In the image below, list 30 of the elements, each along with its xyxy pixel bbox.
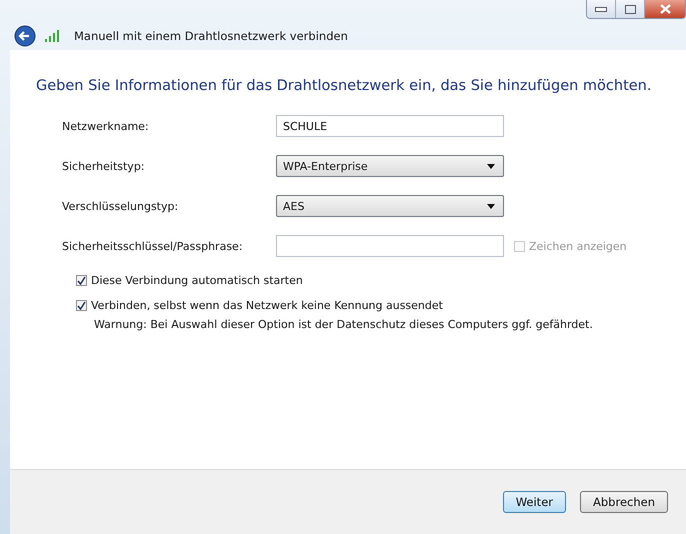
minimize-icon <box>595 6 607 12</box>
signal-icon <box>44 30 60 42</box>
checkmark-icon <box>77 301 86 310</box>
maximize-button[interactable] <box>616 0 645 18</box>
warning-text: Warnung: Bei Auswahl dieser Option ist der Datenschutz dieses Computers ggf. gefährdet. <box>93 318 594 331</box>
caret-icon <box>487 204 495 208</box>
checkbox-label: Diese Verbindung automatisch starten <box>91 274 303 287</box>
close-icon <box>660 4 670 14</box>
checkbox[interactable] <box>76 275 87 286</box>
back-button[interactable] <box>14 25 36 47</box>
instruction-heading: Geben Sie Informationen für das Drahtlosnetzwerk ein, das Sie hinzufügen möchten. <box>36 78 652 94</box>
checkbox-label: Verbinden, selbst wenn das Netzwerk keine Kennung aussendet <box>91 299 443 312</box>
dropdown[interactable]: AES <box>276 195 504 217</box>
checkbox-label: Zeichen anzeigen <box>529 240 627 252</box>
dropdown[interactable]: WPA-Enterprise <box>276 155 504 177</box>
field-label: Verschlüsselungstyp: <box>62 200 180 212</box>
wizard-title: Manuell mit einem Drahtlosnetzwerk verbinden <box>74 29 348 43</box>
checkmark-icon <box>77 276 86 285</box>
dialog-button[interactable]: Weiter <box>502 491 566 513</box>
input-field[interactable]: SCHULE <box>276 115 504 137</box>
maximize-icon <box>624 4 636 14</box>
dialog-button[interactable]: Abbrechen <box>580 491 668 513</box>
caret-icon <box>487 164 495 168</box>
field-label: Netzwerkname: <box>62 120 150 132</box>
close-button[interactable] <box>645 0 685 18</box>
field-label: Sicherheitstyp: <box>62 160 146 172</box>
input-field[interactable] <box>276 235 504 257</box>
field-label: Sicherheitsschlüssel/Passphrase: <box>62 240 244 252</box>
checkbox[interactable] <box>76 300 87 311</box>
minimize-button[interactable] <box>587 0 616 18</box>
